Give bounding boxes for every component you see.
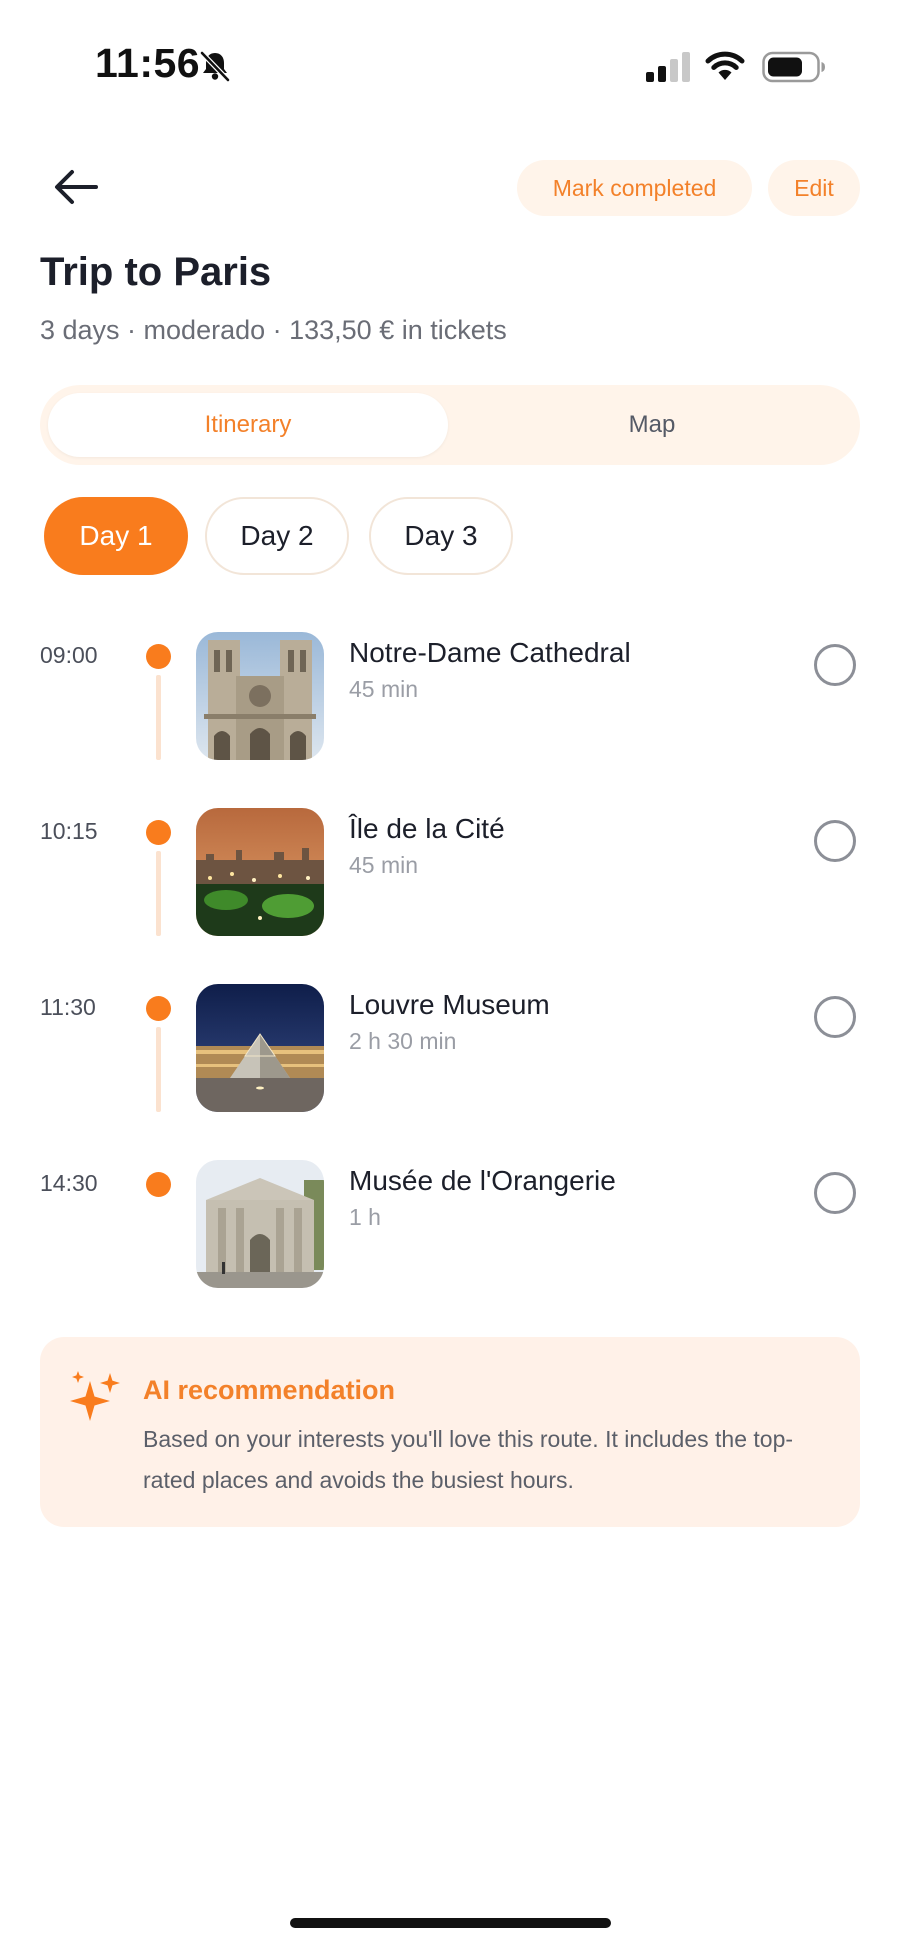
battery-icon [762, 51, 825, 83]
day-chip-2[interactable]: Day 2 [205, 497, 349, 575]
stop-photo[interactable] [196, 1160, 324, 1288]
arrow-left-icon[interactable] [50, 165, 102, 209]
trip-summary: 3 days · moderado · 133,50 € in tickets [40, 315, 507, 345]
sparkles-icon [70, 1371, 120, 1421]
tab-map[interactable]: Map [452, 393, 852, 457]
stop-duration: 2 h 30 min [349, 1028, 457, 1054]
complete-checkbox[interactable] [814, 644, 856, 686]
view-tabs: Itinerary Map [40, 385, 860, 465]
ai-recommendation-title: AI recommendation [143, 1375, 396, 1405]
stop-name[interactable]: Musée de l'Orangerie [349, 1165, 616, 1197]
ai-recommendation-text: Based on your interests you'll love this… [143, 1426, 794, 1493]
cellular-signal-icon [646, 52, 690, 82]
day-chip-3[interactable]: Day 3 [369, 497, 513, 575]
timeline-dot [146, 644, 171, 669]
stop-name[interactable]: Notre-Dame Cathedral [349, 637, 631, 669]
status-time: 11:56 [95, 40, 201, 86]
stop-photo[interactable] [196, 808, 324, 936]
tab-itinerary[interactable]: Itinerary [48, 393, 448, 457]
day-chip-1[interactable]: Day 1 [44, 497, 188, 575]
stop-photo[interactable] [196, 632, 324, 760]
stop-duration: 45 min [349, 852, 419, 878]
stop-duration: 45 min [349, 676, 419, 702]
timeline-line [156, 675, 161, 760]
home-indicator[interactable] [290, 1918, 611, 1928]
ai-recommendation-card: AI recommendation Based on your interest… [40, 1337, 860, 1527]
stop-name[interactable]: Louvre Museum [349, 989, 550, 1021]
stop-time: 09:00 [40, 642, 98, 668]
wifi-icon [705, 51, 745, 80]
complete-checkbox[interactable] [814, 996, 856, 1038]
stop-time: 11:30 [40, 994, 96, 1020]
bell-slash-icon [200, 51, 230, 82]
timeline-line [156, 851, 161, 936]
timeline-line [156, 1027, 161, 1112]
complete-checkbox[interactable] [814, 820, 856, 862]
timeline-dot [146, 996, 171, 1021]
timeline-dot [146, 820, 171, 845]
edit-button[interactable]: Edit [768, 160, 860, 216]
timeline-dot [146, 1172, 171, 1197]
mark-completed-button[interactable]: Mark completed [517, 160, 752, 216]
stop-name[interactable]: Île de la Cité [349, 813, 505, 845]
complete-checkbox[interactable] [814, 1172, 856, 1214]
stop-duration: 1 h [349, 1204, 381, 1230]
stop-photo[interactable] [196, 984, 324, 1112]
itinerary-screen: 11:56 Mark completed Edit Trip to Paris … [0, 0, 900, 1951]
stop-time: 14:30 [40, 1170, 98, 1196]
page-title: Trip to Paris [40, 250, 272, 294]
stop-time: 10:15 [40, 818, 98, 844]
